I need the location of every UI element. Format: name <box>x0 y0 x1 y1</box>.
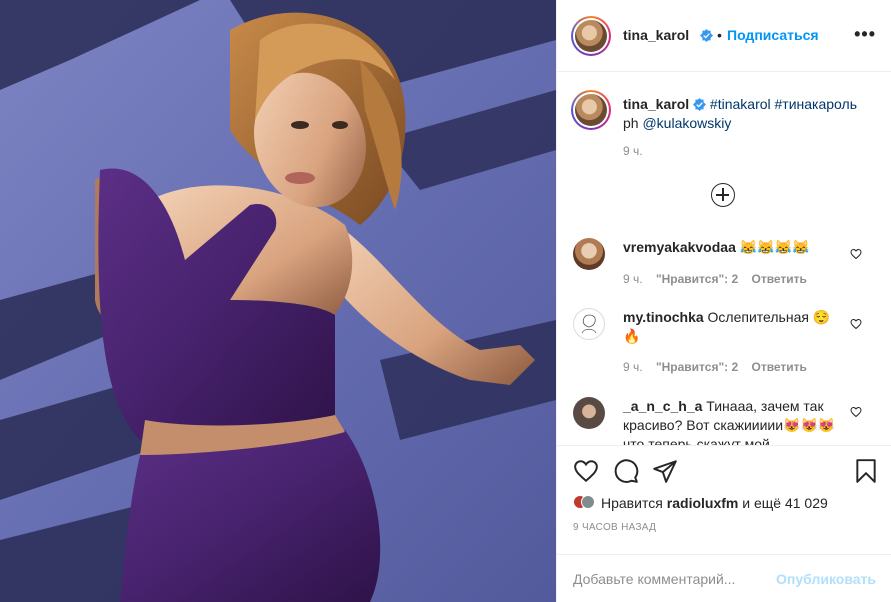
comment-time[interactable]: 9 ч. <box>623 272 643 286</box>
comment-meta: 9 ч. "Нравится": 2 Ответить <box>623 272 817 286</box>
comment-username[interactable]: vremyakakvodaa <box>623 239 736 255</box>
comment-bubble-icon[interactable] <box>613 458 639 484</box>
commenter-avatar[interactable] <box>573 397 605 429</box>
likes-summary[interactable]: Нравится radioluxfm и ещё 41 029 <box>573 494 828 512</box>
photo-illustration <box>0 0 556 602</box>
load-more-comments-button[interactable] <box>711 183 735 207</box>
author-username[interactable]: tina_karol <box>623 27 689 43</box>
likes-prefix: Нравится <box>601 495 663 511</box>
separator-dot: • <box>717 27 722 43</box>
comment-body: 😹😹😹😹 <box>739 239 810 255</box>
caption-time[interactable]: 9 ч. <box>623 144 643 158</box>
caption-author-avatar[interactable] <box>571 90 611 130</box>
comment-time[interactable]: 9 ч. <box>623 360 643 374</box>
hashtag-link[interactable]: #tinakarol <box>710 96 771 112</box>
reply-button[interactable]: Ответить <box>751 360 806 374</box>
comment-likes[interactable]: "Нравится": 2 <box>656 360 738 374</box>
comment-username[interactable]: _a_n_c_h_a <box>623 398 702 414</box>
comments-list[interactable]: tina_karol #tinakarol #тинакароль ph @ku… <box>557 73 891 445</box>
caption-ph: ph <box>623 115 643 131</box>
more-options-icon[interactable]: ••• <box>854 24 876 45</box>
comment-text: my.tinochka Ослепительная 😌🔥 <box>623 308 843 346</box>
share-paper-plane-icon[interactable] <box>652 458 678 484</box>
likes-user[interactable]: radioluxfm <box>667 495 739 511</box>
reply-button[interactable]: Ответить <box>751 272 806 286</box>
comment-text: _a_n_c_h_a Тинааа, зачем так красиво? Во… <box>623 397 843 445</box>
likes-suffix[interactable]: и ещё 41 029 <box>738 495 828 511</box>
author-avatar[interactable] <box>571 16 611 56</box>
add-comment-input[interactable] <box>573 567 773 591</box>
like-heart-icon[interactable] <box>573 458 599 484</box>
mention-link[interactable]: @kulakowskiy <box>642 115 731 131</box>
comment-like-icon[interactable] <box>850 318 862 330</box>
post-comment-button[interactable]: Опубликовать <box>776 571 876 587</box>
commenter-avatar[interactable] <box>573 238 605 270</box>
verified-badge-icon <box>700 29 713 42</box>
caption-author[interactable]: tina_karol <box>623 96 689 112</box>
post-header: tina_karol • Подписаться ••• <box>557 0 891 72</box>
comment-like-icon[interactable] <box>850 406 862 418</box>
post-actions: Нравится radioluxfm и ещё 41 029 9 ЧАСОВ… <box>557 445 891 602</box>
save-bookmark-icon[interactable] <box>853 458 879 484</box>
comment-meta: 9 ч. "Нравится": 2 Ответить <box>623 360 817 374</box>
commenter-avatar[interactable] <box>573 308 605 340</box>
comment-text: vremyakakvodaa 😹😹😹😹 <box>623 238 843 257</box>
comment-likes[interactable]: "Нравится": 2 <box>656 272 738 286</box>
comment-username[interactable]: my.tinochka <box>623 309 704 325</box>
add-comment-bar: Опубликовать <box>557 554 891 602</box>
verified-badge-icon <box>693 98 707 111</box>
sketch-avatar-icon <box>581 314 597 334</box>
liker-avatars <box>573 494 595 512</box>
post-time-ago[interactable]: 9 ЧАСОВ НАЗАД <box>573 522 656 533</box>
caption-text: tina_karol #tinakarol #тинакароль ph @ku… <box>623 95 873 133</box>
follow-button[interactable]: Подписаться <box>727 27 819 43</box>
post-side-panel: tina_karol • Подписаться ••• tina_karol … <box>556 0 891 602</box>
hashtag-link[interactable]: #тинакароль <box>775 96 857 112</box>
post-photo[interactable] <box>0 0 556 602</box>
comment-like-icon[interactable] <box>850 248 862 260</box>
